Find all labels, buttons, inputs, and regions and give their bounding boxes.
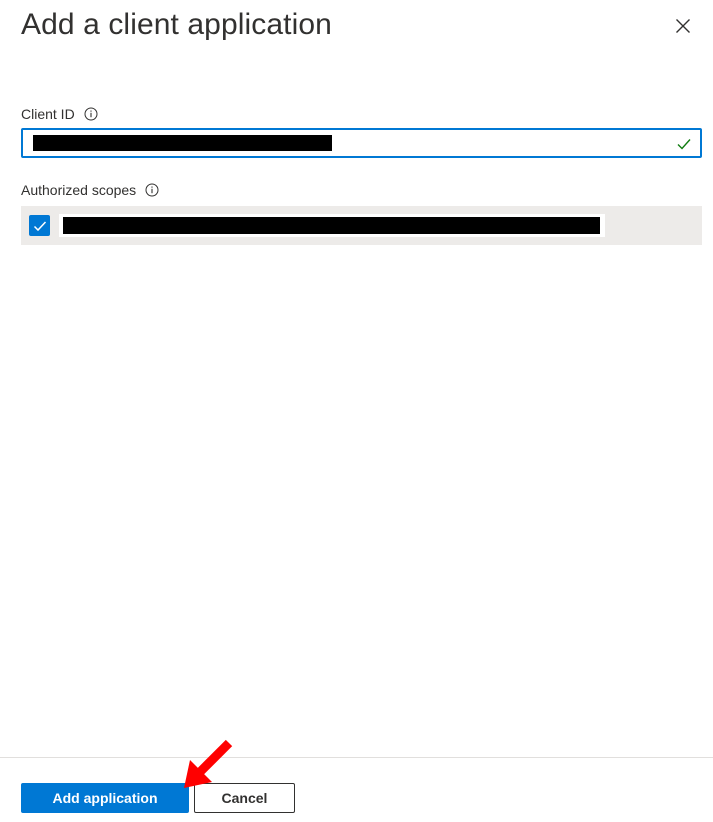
footer-divider [0, 757, 713, 758]
client-id-label-group: Client ID [21, 105, 98, 123]
info-icon[interactable] [84, 107, 98, 121]
scope-value [59, 214, 605, 237]
checkmark-icon [676, 136, 692, 152]
add-application-button[interactable]: Add application [21, 783, 189, 813]
authorized-scopes-label-group: Authorized scopes [21, 181, 159, 199]
close-icon [676, 19, 690, 33]
close-button[interactable] [668, 11, 698, 41]
cancel-button[interactable]: Cancel [194, 783, 295, 813]
panel-title: Add a client application [21, 8, 332, 41]
client-id-redacted-value [33, 135, 332, 151]
scope-redacted-value [63, 217, 600, 234]
add-client-application-panel: Add a client application Client ID Autho… [0, 0, 713, 822]
client-id-input[interactable] [21, 128, 702, 158]
scope-list-item[interactable] [21, 206, 702, 245]
scope-checkbox[interactable] [29, 215, 50, 236]
authorized-scopes-label: Authorized scopes [21, 182, 137, 198]
checkbox-checked-icon [33, 220, 46, 231]
client-id-label: Client ID [21, 106, 75, 122]
info-icon[interactable] [145, 183, 159, 197]
